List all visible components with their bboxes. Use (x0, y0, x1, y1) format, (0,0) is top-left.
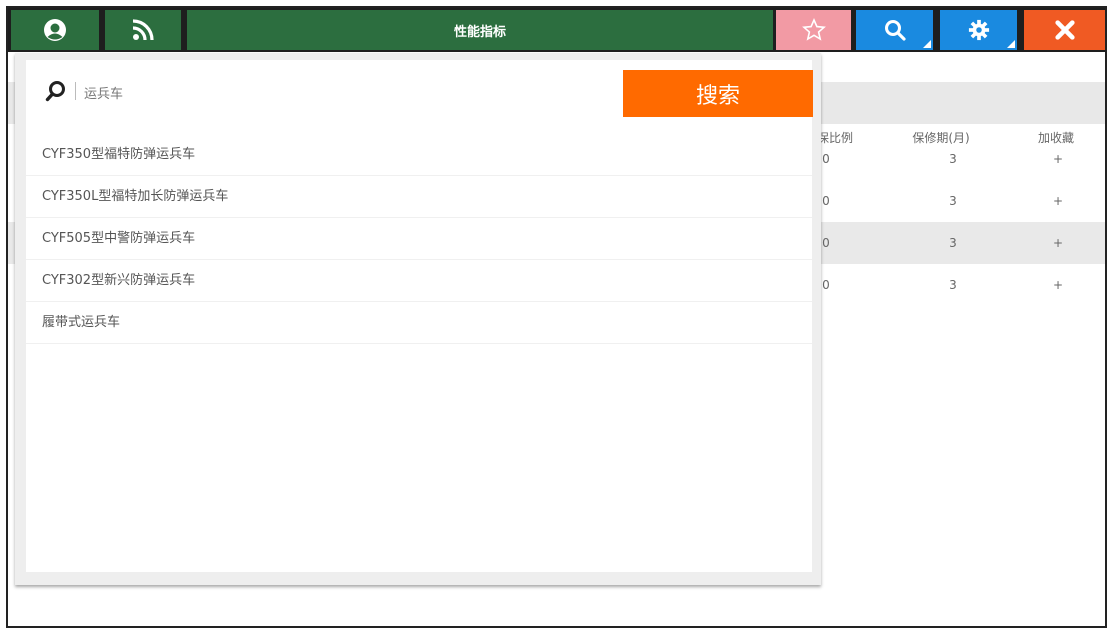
search-icon (883, 18, 907, 42)
search-divider (75, 82, 76, 100)
page-title: 性能指标 (187, 10, 773, 50)
cell-warranty: 3 (949, 152, 957, 166)
search-panel-body: 搜索 CYF350型福特防弹运兵车 CYF350L型福特加长防弹运兵车 CYF5… (26, 60, 813, 572)
search-toggle-button[interactable] (856, 10, 933, 50)
rss-icon (131, 18, 155, 42)
rss-button[interactable] (105, 10, 181, 50)
search-result-item[interactable]: CYF302型新兴防弹运兵车 (26, 260, 812, 302)
add-favorite-button[interactable]: + (1048, 222, 1068, 264)
settings-button[interactable] (940, 10, 1017, 50)
user-button[interactable] (11, 10, 99, 50)
search-result-item[interactable]: CYF350型福特防弹运兵车 (26, 134, 812, 176)
user-icon (43, 18, 67, 42)
dropdown-corner-marker (1007, 40, 1015, 48)
star-icon (801, 18, 826, 42)
search-input[interactable] (82, 78, 606, 106)
add-favorite-button[interactable]: + (1048, 180, 1068, 222)
add-favorite-button[interactable]: + (1048, 138, 1068, 180)
app-frame: 性能指标 保比例 保修期(月) 加收藏 0 3 + 0 3 + 0 3 + 0 … (6, 6, 1107, 628)
cell-warranty: 3 (949, 194, 957, 208)
cell-warranty: 3 (949, 236, 957, 250)
search-panel: 搜索 CYF350型福特防弹运兵车 CYF350L型福特加长防弹运兵车 CYF5… (15, 53, 821, 585)
gear-icon (968, 19, 990, 41)
search-result-item[interactable]: CYF505型中警防弹运兵车 (26, 218, 812, 260)
search-result-item[interactable]: CYF350L型福特加长防弹运兵车 (26, 176, 812, 218)
add-favorite-button[interactable]: + (1048, 264, 1068, 306)
top-toolbar: 性能指标 (8, 8, 1105, 52)
favorite-button[interactable] (776, 10, 851, 50)
search-icon (45, 80, 67, 106)
dropdown-corner-marker (923, 40, 931, 48)
search-result-item[interactable]: 履带式运兵车 (26, 302, 812, 344)
cell-warranty: 3 (949, 278, 957, 292)
close-icon (1054, 19, 1076, 41)
search-bar: 搜索 (26, 60, 813, 117)
search-button[interactable]: 搜索 (623, 70, 813, 117)
search-results-list: CYF350型福特防弹运兵车 CYF350L型福特加长防弹运兵车 CYF505型… (26, 134, 812, 344)
close-button[interactable] (1024, 10, 1105, 50)
